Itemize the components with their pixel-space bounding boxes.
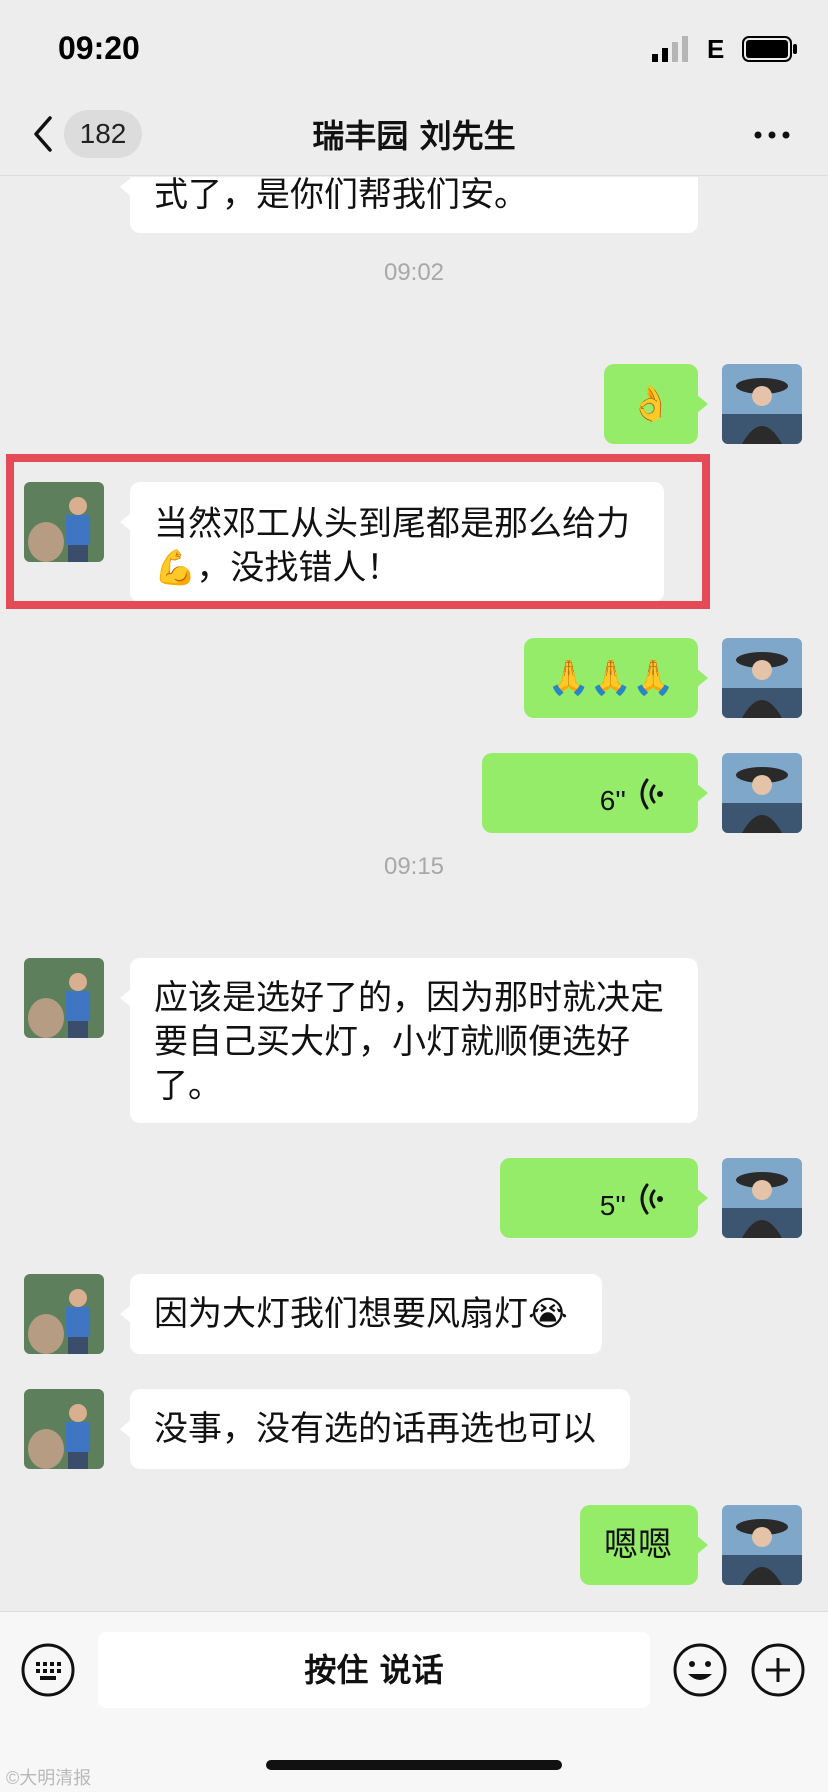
voice-message-outgoing[interactable]: 6'' — [482, 753, 708, 833]
back-icon[interactable] — [30, 114, 56, 154]
more-icon[interactable] — [752, 120, 792, 150]
message-text: 因为大灯我们想要风扇灯😭 — [154, 1294, 568, 1334]
status-bar: 09:20 E — [0, 0, 828, 96]
voice-icon — [640, 778, 663, 810]
avatar-contact[interactable] — [24, 958, 104, 1038]
message-text: 🙏🙏🙏 — [547, 658, 675, 698]
emoji-icon[interactable] — [672, 1642, 728, 1698]
voice-icon — [640, 1183, 663, 1215]
timestamp: 09:15 — [383, 853, 445, 880]
message-bubble-outgoing[interactable]: 🙏🙏🙏 — [524, 638, 708, 718]
message-bubble-incoming[interactable]: 式了，是你们帮我们安。 — [120, 177, 698, 233]
avatar-self[interactable] — [722, 638, 802, 718]
message-bubble-outgoing[interactable]: 嗯嗯 — [580, 1505, 708, 1585]
avatar-self[interactable] — [722, 1158, 802, 1238]
avatar-self[interactable] — [722, 753, 802, 833]
home-indicator — [266, 1760, 562, 1770]
avatar-contact[interactable] — [24, 1274, 104, 1354]
avatar-contact[interactable] — [24, 1389, 104, 1469]
input-bar: 按住 说话 ©大明清报 — [0, 1611, 828, 1792]
message-text: 没事，没有选的话再选也可以 — [154, 1409, 596, 1449]
voice-duration: 6'' — [599, 785, 626, 816]
network-type: E — [707, 34, 725, 64]
message-text: 👌 — [629, 384, 673, 424]
unread-count-badge[interactable]: 182 — [64, 110, 142, 158]
message-bubble-incoming[interactable]: 因为大灯我们想要风扇灯😭 — [120, 1274, 602, 1354]
message-text: 应该是选好了的，因为那时就决定要自己买大灯，小灯就顺便选好了。 — [154, 978, 664, 1106]
avatar-self[interactable] — [722, 1505, 802, 1585]
message-bubble-outgoing[interactable]: 👌 — [604, 364, 708, 444]
message-text: 嗯嗯 — [604, 1525, 672, 1565]
highlight-frame — [6, 454, 710, 609]
keyboard-icon[interactable] — [20, 1642, 76, 1698]
voice-message-outgoing[interactable]: 5'' — [500, 1158, 708, 1238]
watermark: ©大明清报 — [6, 1768, 92, 1788]
timestamp: 09:02 — [383, 259, 445, 286]
chat-header: 182 瑞丰园 刘先生 — [0, 96, 828, 176]
plus-icon[interactable] — [750, 1642, 806, 1698]
message-bubble-incoming[interactable]: 应该是选好了的，因为那时就决定要自己买大灯，小灯就顺便选好了。 — [120, 958, 698, 1123]
voice-duration: 5'' — [599, 1190, 626, 1221]
battery-icon — [742, 36, 797, 62]
signal-icon — [652, 36, 688, 62]
message-text: 式了，是你们帮我们安。 — [154, 177, 528, 215]
hold-to-talk-button[interactable]: 按住 说话 — [98, 1632, 650, 1708]
avatar-self[interactable] — [722, 364, 802, 444]
message-bubble-incoming[interactable]: 没事，没有选的话再选也可以 — [120, 1389, 630, 1469]
chat-title: 瑞丰园 刘先生 — [312, 117, 516, 155]
status-time: 09:20 — [58, 30, 140, 66]
message-list[interactable]: 式了，是你们帮我们安。 09:02 👌 当然邓工从头到尾都是那么给力💪，没找错人… — [0, 177, 828, 1611]
